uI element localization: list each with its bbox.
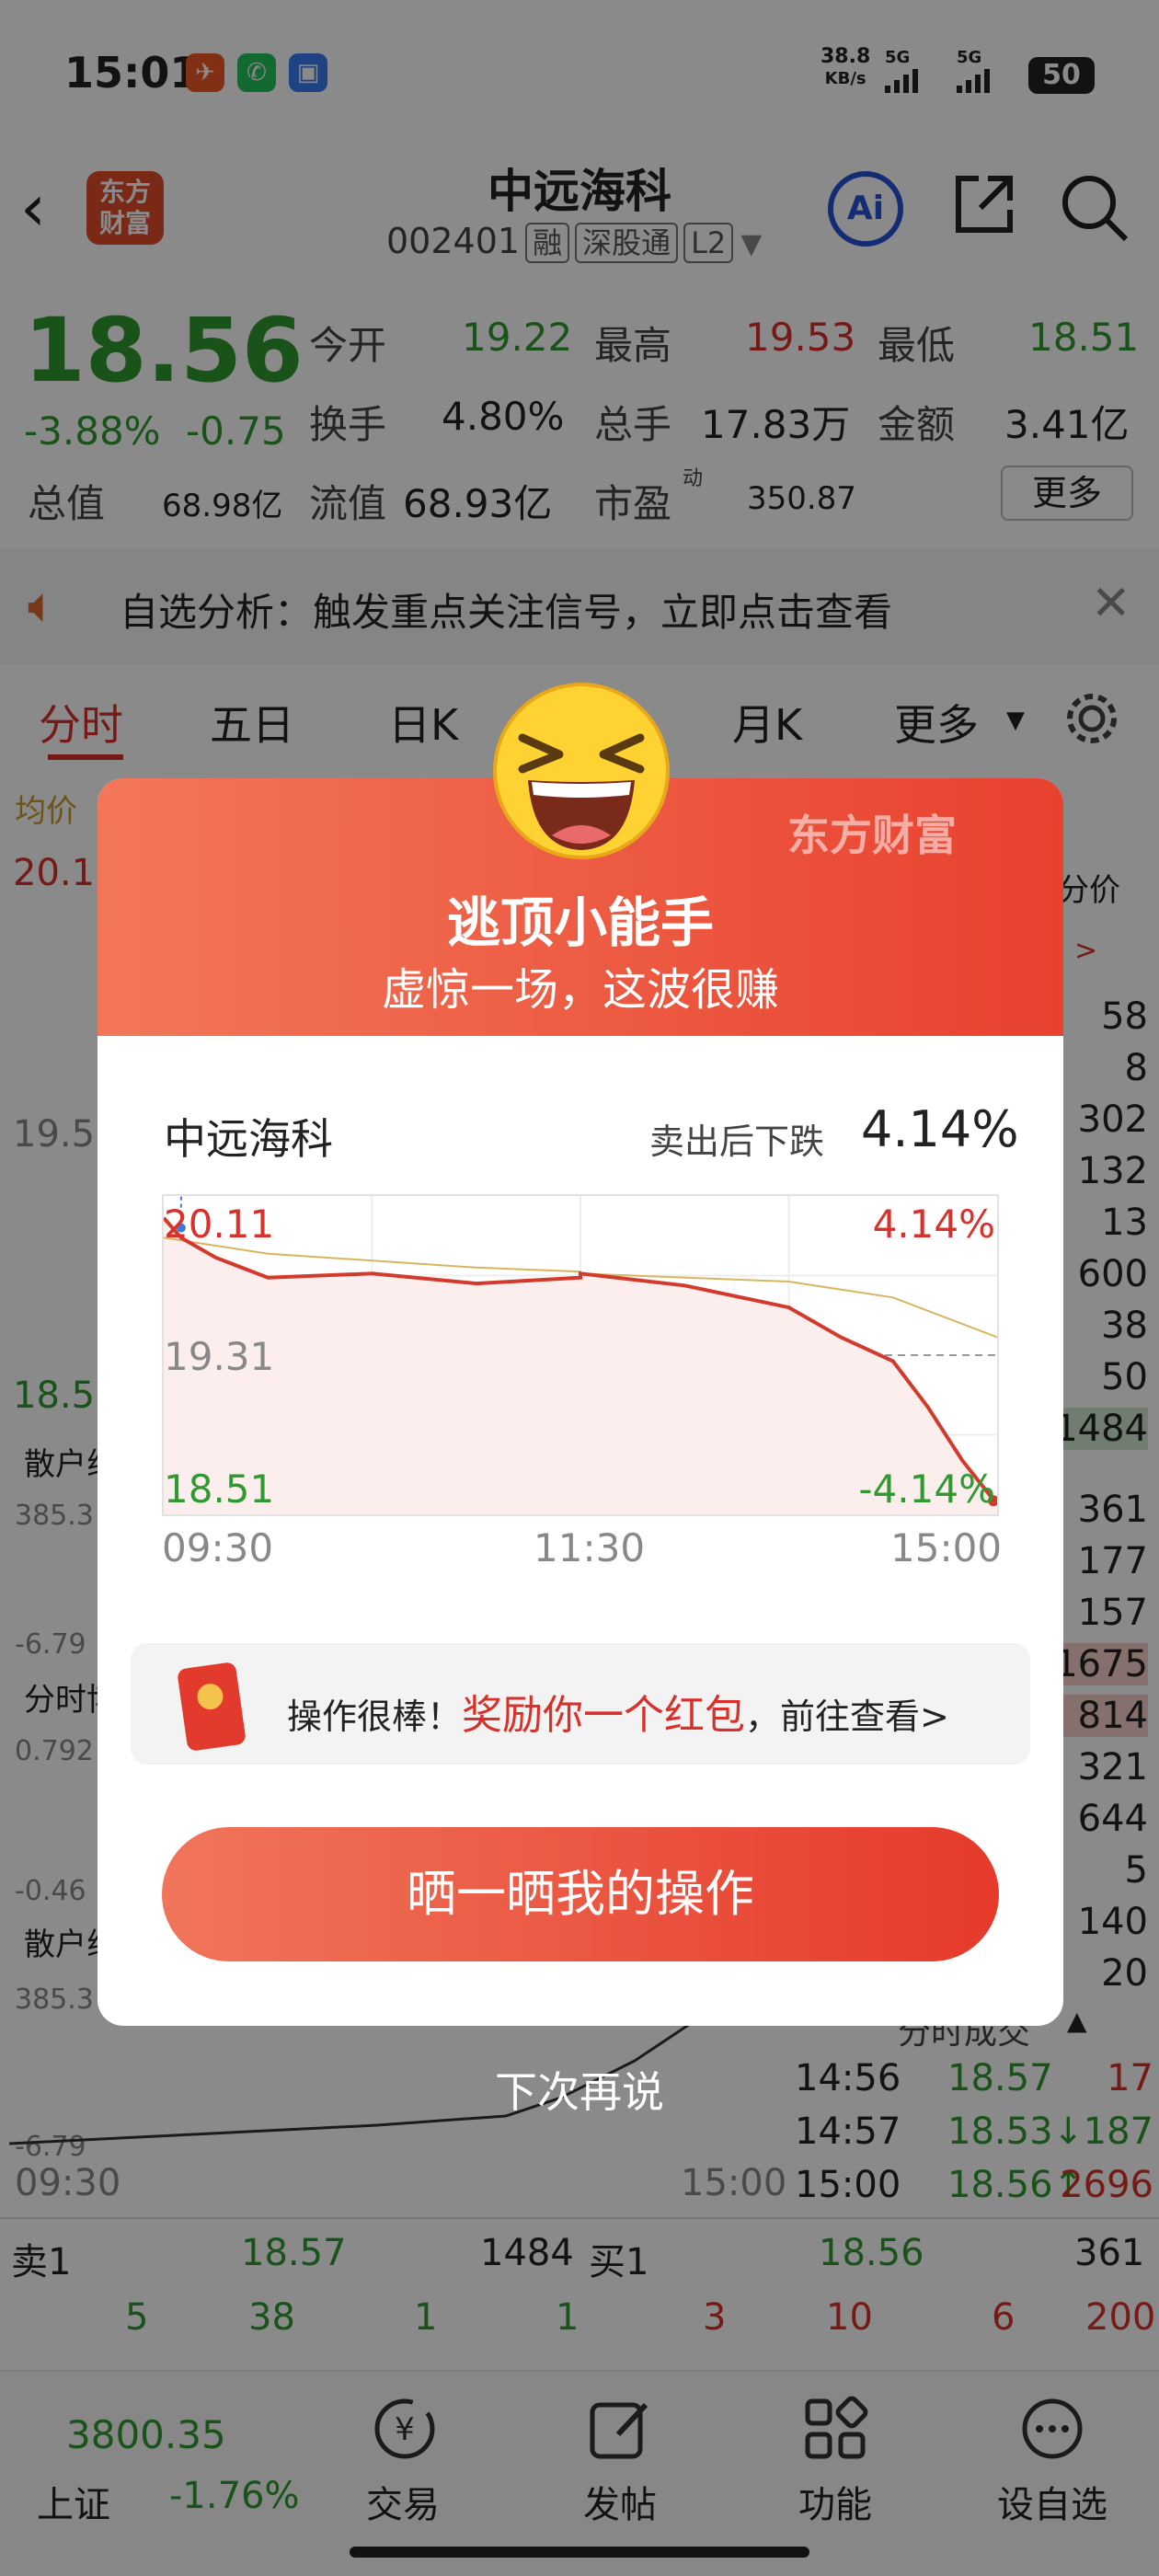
pct-top-label: 4.14% — [872, 1202, 995, 1247]
reward-highlight: 奖励你一个红包 — [462, 1692, 746, 1739]
modal-stock-name: 中远海科 — [164, 1114, 333, 1164]
reward-text: 操作很棒！奖励你一个红包，前往查看> — [287, 1682, 949, 1741]
drop-value: 4.14% — [861, 1100, 1019, 1158]
x-tick: 15:00 — [890, 1525, 1003, 1570]
share-operation-button[interactable]: 晒一晒我的操作 — [162, 1827, 999, 1961]
modal-subtitle: 虚惊一场，这波很赚 — [381, 964, 779, 1016]
x-tick: 11:30 — [534, 1525, 646, 1570]
pct-bottom-label: -4.14% — [858, 1466, 995, 1512]
drop-label: 卖出后下跌 — [649, 1121, 825, 1162]
reward-suffix: ，前往查看> — [745, 1696, 949, 1737]
brand-watermark: 东方财富 — [787, 811, 957, 860]
laughing-emoji-icon — [491, 681, 671, 861]
y-top-label: 20.11 — [164, 1202, 275, 1247]
app-root: { "status":{"time":"15:01","net_speed":"… — [0, 0, 1159, 2576]
modal-title: 逃顶小能手 — [446, 891, 714, 954]
reward-prefix: 操作很棒！ — [287, 1696, 463, 1737]
x-tick: 09:30 — [162, 1525, 274, 1570]
red-envelope-icon — [177, 1661, 247, 1753]
reward-link[interactable]: 操作很棒！奖励你一个红包，前往查看> — [131, 1643, 1030, 1765]
y-bottom-label: 18.51 — [164, 1466, 275, 1512]
y-mid-label: 19.31 — [164, 1334, 275, 1379]
price-chart: S 20.11 19.31 18.51 4.14% -4.14% — [162, 1194, 999, 1516]
later-button[interactable]: 下次再说 — [0, 2059, 1159, 2120]
envelope-seal — [195, 1682, 225, 1711]
